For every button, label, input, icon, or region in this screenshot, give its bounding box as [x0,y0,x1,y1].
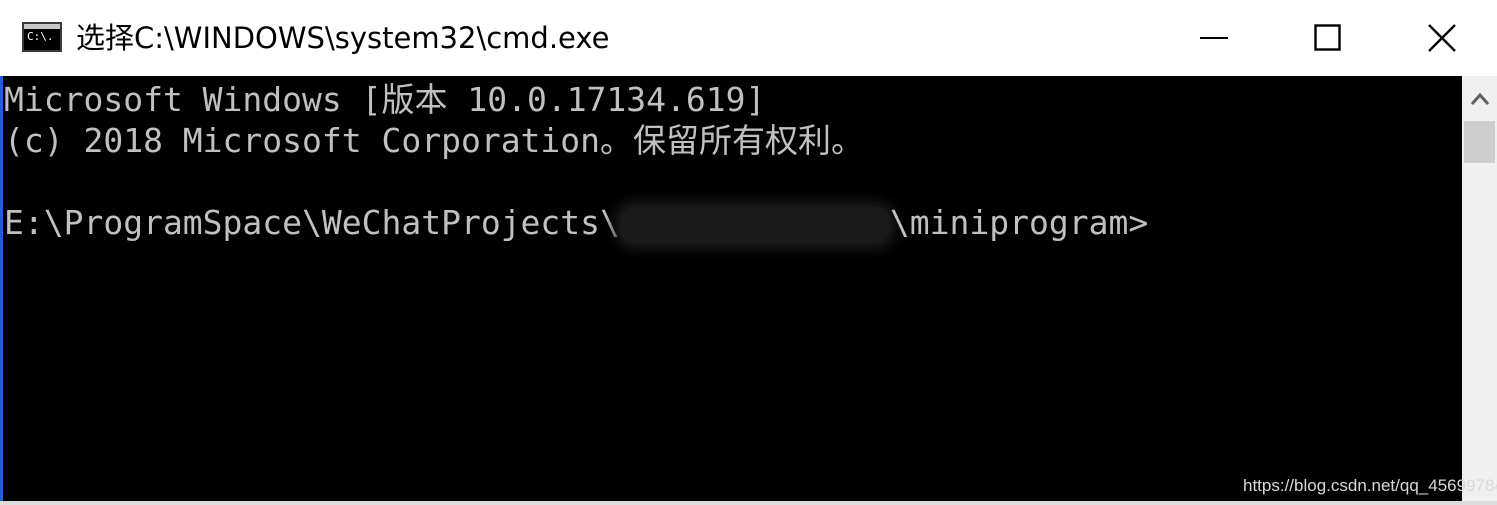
prompt-suffix: \miniprogram> [889,203,1149,242]
command-prompt[interactable]: E:\ProgramSpace\WeChatProjects\ \miniprog… [4,203,1148,243]
scroll-thumb[interactable] [1464,121,1495,163]
console-line-version: Microsoft Windows [版本 10.0.17134.619] [4,80,766,119]
cmd-icon-bar [24,24,60,29]
scroll-up-button[interactable] [1462,76,1497,120]
console-output[interactable]: Microsoft Windows [版本 10.0.17134.619] (c… [0,76,1462,501]
maximize-icon [1314,24,1341,51]
prompt-prefix: E:\ProgramSpace\WeChatProjects\ [4,203,620,242]
console-line-copyright: (c) 2018 Microsoft Corporation。保留所有权利。 [4,121,865,160]
maximize-button[interactable] [1273,0,1383,76]
minimize-button[interactable] [1159,0,1269,76]
cmd-icon[interactable]: C:\. [22,22,62,52]
window-border-accent [0,76,3,501]
close-button[interactable] [1387,0,1497,76]
chevron-up-icon [1470,92,1490,105]
minimize-icon [1200,37,1228,39]
redacted-path [619,206,890,243]
cmd-icon-text: C:\. [27,30,54,43]
close-icon [1428,24,1456,52]
vertical-scrollbar[interactable] [1462,76,1497,501]
watermark: https://blog.csdn.net/qq_45699784 [1243,476,1497,495]
window-bottom-edge [0,501,1497,505]
window-title: 选择C:\WINDOWS\system32\cmd.exe [76,21,610,55]
cmd-window: C:\. 选择C:\WINDOWS\system32\cmd.exe Micro… [0,0,1497,505]
title-bar[interactable]: C:\. 选择C:\WINDOWS\system32\cmd.exe [0,0,1497,76]
